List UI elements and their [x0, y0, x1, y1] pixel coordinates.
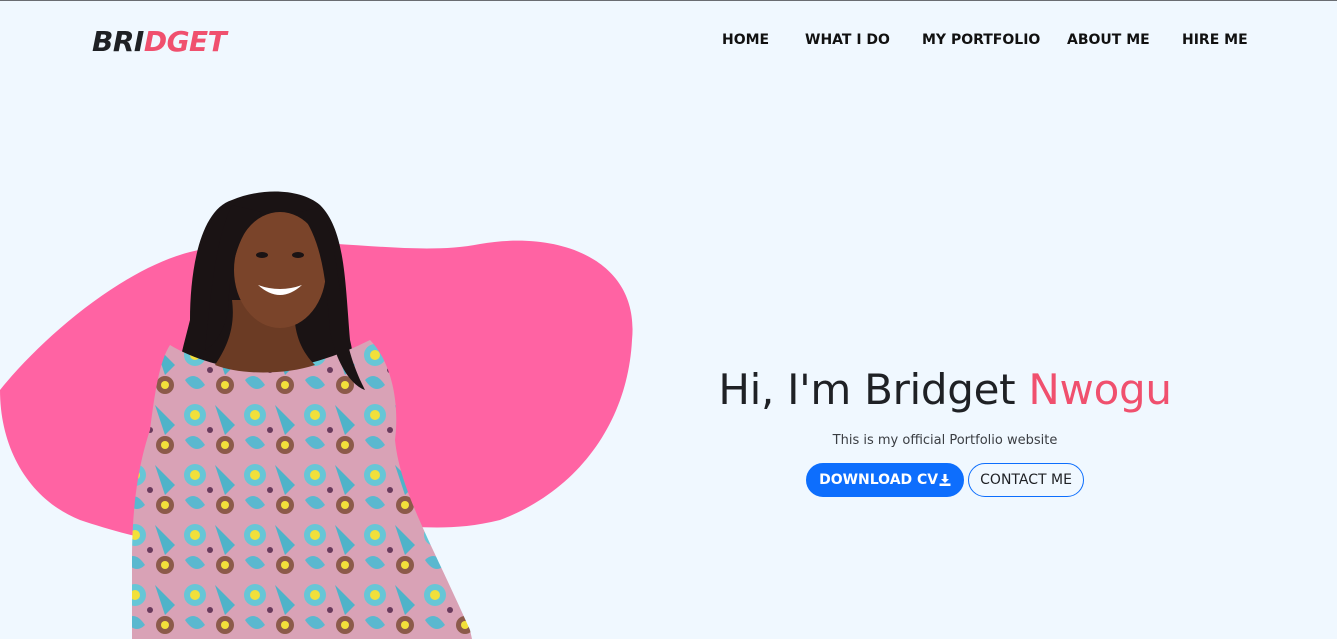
- nav-my-portfolio[interactable]: MY PORTFOLIO: [922, 31, 1040, 49]
- download-cv-label: DOWNLOAD CV: [819, 472, 939, 488]
- brand-logo-first: BRI: [92, 25, 144, 58]
- download-cv-button[interactable]: DOWNLOAD CV: [806, 463, 965, 497]
- hero-buttons: DOWNLOAD CV CONTACT ME: [660, 463, 1230, 499]
- hero-section: Hi, I'm Bridget Nwogu This is my officia…: [660, 360, 1230, 499]
- eye-left: [256, 252, 268, 258]
- hero-surname: Nwogu: [1028, 365, 1172, 414]
- brand-logo[interactable]: BRIDGET: [92, 25, 227, 59]
- eye-right: [292, 252, 304, 258]
- hero-greeting: Hi, I'm Bridget: [718, 365, 1029, 414]
- hero-illustration: [0, 160, 680, 639]
- brand-logo-second: DGET: [143, 25, 227, 58]
- contact-me-button[interactable]: CONTACT ME: [968, 463, 1084, 497]
- navbar: BRIDGET HOME WHAT I DO MY PORTFOLIO ABOU…: [0, 1, 1337, 77]
- download-icon: [939, 474, 951, 486]
- nav-home[interactable]: HOME: [722, 31, 769, 49]
- nav-about-me[interactable]: ABOUT ME: [1067, 31, 1150, 49]
- hero-subtitle: This is my official Portfolio website: [832, 433, 1058, 448]
- hero-svg: [0, 191, 633, 639]
- hero-title: Hi, I'm Bridget Nwogu: [660, 360, 1230, 420]
- nav-hire-me[interactable]: HIRE ME: [1182, 31, 1248, 49]
- nav-what-i-do[interactable]: WHAT I DO: [805, 31, 890, 49]
